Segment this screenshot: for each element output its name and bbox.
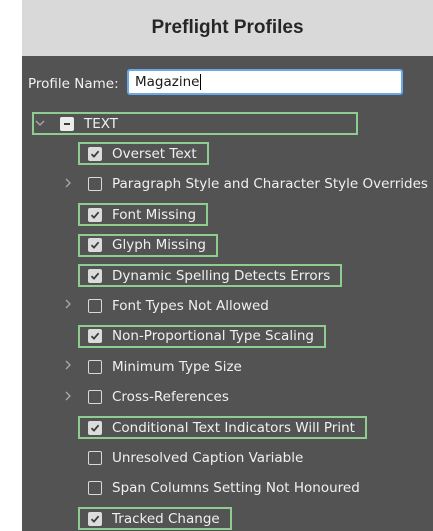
rule-checkbox[interactable] — [88, 329, 102, 344]
checkmark-icon — [90, 211, 100, 219]
checkmark-icon — [90, 241, 100, 250]
rule-label: Span Columns Setting Not Honoured — [112, 480, 360, 497]
chevron-right-icon[interactable] — [62, 298, 74, 313]
category-checkbox[interactable] — [60, 116, 74, 131]
tree-rule-item[interactable]: Span Columns Setting Not Honoured — [22, 473, 433, 504]
checkmark-icon — [90, 515, 100, 523]
rule-label: Glyph Missing — [112, 237, 206, 254]
rule-label: Dynamic Spelling Detects Errors — [112, 267, 331, 284]
tree-rule-item[interactable]: Unresolved Caption Variable — [22, 442, 433, 473]
tree-rule-item[interactable]: Font Missing — [22, 199, 433, 230]
tree-rule-item[interactable]: Non-Proportional Type Scaling — [22, 321, 433, 352]
tree-rule-item[interactable]: Cross-References — [22, 382, 433, 413]
rule-label: Non-Proportional Type Scaling — [112, 328, 314, 345]
rule-checkbox[interactable] — [88, 481, 102, 496]
rule-checkbox[interactable] — [88, 268, 102, 283]
rule-checkbox[interactable] — [88, 420, 102, 435]
checkmark-icon — [90, 150, 100, 158]
tree-rule-item[interactable]: Overset Text — [22, 138, 433, 169]
rule-label: Minimum Type Size — [112, 358, 242, 375]
rule-checkbox[interactable] — [88, 511, 102, 526]
rule-label: Overset Text — [112, 145, 197, 162]
text-caret — [200, 74, 202, 90]
tree-rule-item[interactable]: Dynamic Spelling Detects Errors — [22, 260, 433, 291]
rule-label: Conditional Text Indicators Will Print — [112, 419, 355, 436]
tree-rule-item[interactable]: Conditional Text Indicators Will Print — [22, 412, 433, 443]
tree-category-text[interactable]: TEXT — [22, 108, 433, 139]
tree-rule-item[interactable]: Minimum Type Size — [22, 351, 433, 382]
chevron-right-icon[interactable] — [62, 390, 74, 405]
tree-rule-item[interactable]: Tracked Change — [22, 503, 433, 531]
rule-label: Paragraph Style and Character Style Over… — [112, 176, 428, 193]
chevron-right-icon[interactable] — [62, 359, 74, 374]
panel-title: Preflight Profiles — [151, 17, 304, 38]
tree-rule-item[interactable]: Font Types Not Allowed — [22, 290, 433, 321]
rule-checkbox[interactable] — [88, 450, 102, 465]
profile-name-input[interactable] — [127, 69, 403, 95]
checkmark-icon — [90, 332, 100, 341]
rule-checkbox[interactable] — [88, 359, 102, 374]
rule-label: Font Missing — [112, 206, 197, 223]
rule-label: Cross-References — [112, 389, 229, 406]
rule-label: Tracked Change — [112, 510, 220, 527]
rule-checkbox[interactable] — [88, 238, 102, 253]
preflight-profiles-panel: Preflight Profiles Profile Name: TEXT Ove… — [22, 0, 433, 531]
rule-checkbox[interactable] — [88, 177, 102, 192]
chevron-right-icon[interactable] — [62, 177, 74, 192]
rule-checkbox[interactable] — [88, 298, 102, 313]
rule-checkbox[interactable] — [88, 146, 102, 161]
profile-name-label: Profile Name: — [28, 76, 119, 92]
rule-label: Unresolved Caption Variable — [112, 449, 304, 466]
chevron-down-icon[interactable] — [34, 116, 46, 131]
tree-rule-item[interactable]: Paragraph Style and Character Style Over… — [22, 169, 433, 200]
rule-checkbox[interactable] — [88, 390, 102, 405]
rule-checkbox[interactable] — [88, 207, 102, 222]
category-label: TEXT — [84, 115, 119, 132]
tree-rule-item[interactable]: Glyph Missing — [22, 230, 433, 261]
checkmark-icon — [90, 424, 100, 432]
title-bar: Preflight Profiles — [22, 0, 433, 56]
checkmark-icon — [90, 272, 100, 280]
mixed-state-icon — [64, 122, 70, 125]
rule-label: Font Types Not Allowed — [112, 297, 269, 314]
